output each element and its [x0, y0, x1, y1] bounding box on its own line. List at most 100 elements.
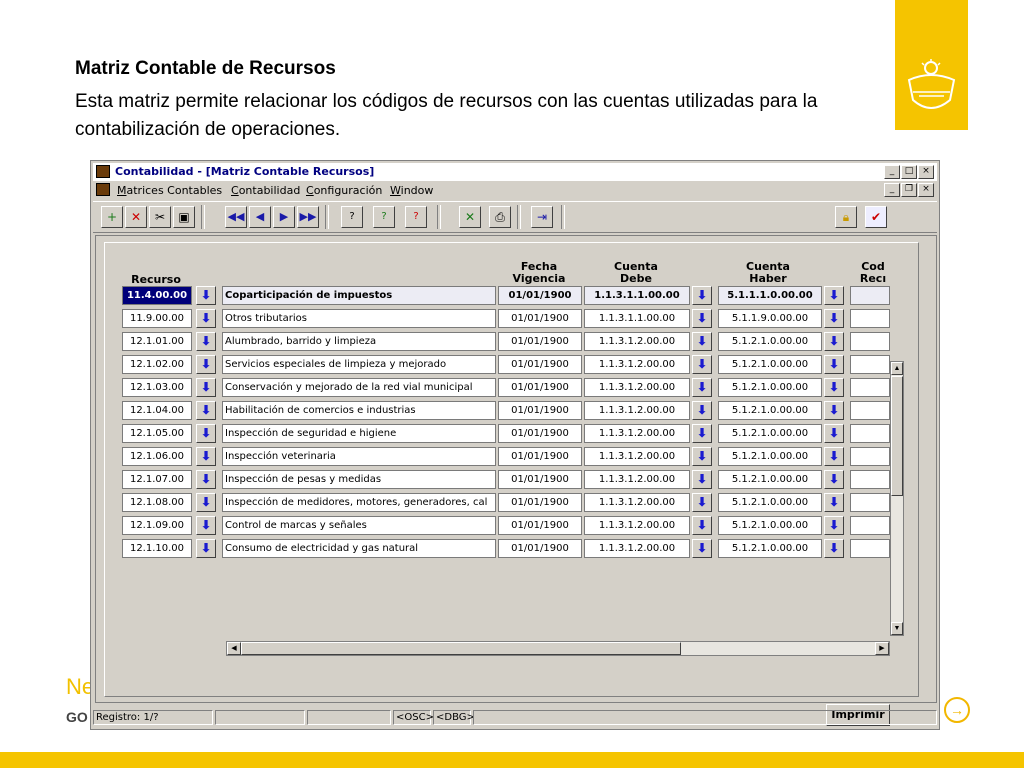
next-slide-icon[interactable]: → — [944, 697, 970, 723]
recurso-lov-icon[interactable]: ⬇ — [196, 539, 216, 558]
recurso-code-field[interactable]: 12.1.10.00 — [122, 539, 192, 558]
recurso-description-field[interactable]: Inspección veterinaria — [222, 447, 496, 466]
cuenta-haber-lov-icon[interactable]: ⬇ — [824, 378, 844, 397]
cuenta-haber-field[interactable]: 5.1.2.1.0.00.00 — [718, 470, 822, 489]
cuenta-haber-lov-icon[interactable]: ⬇ — [824, 516, 844, 535]
cuenta-debe-field[interactable]: 1.1.3.1.2.00.00 — [584, 493, 690, 512]
cod-recurso-field[interactable] — [850, 355, 890, 374]
cuenta-debe-lov-icon[interactable]: ⬇ — [692, 424, 712, 443]
recurso-code-field[interactable]: 12.1.04.00 — [122, 401, 192, 420]
recurso-lov-icon[interactable]: ⬇ — [196, 424, 216, 443]
cuenta-haber-field[interactable]: 5.1.2.1.0.00.00 — [718, 378, 822, 397]
cuenta-debe-lov-icon[interactable]: ⬇ — [692, 401, 712, 420]
recurso-description-field[interactable]: Control de marcas y señales — [222, 516, 496, 535]
cod-recurso-field[interactable] — [850, 539, 890, 558]
cuenta-haber-field[interactable]: 5.1.2.1.0.00.00 — [718, 447, 822, 466]
recurso-code-field[interactable]: 11.9.00.00 — [122, 309, 192, 328]
document-icon[interactable] — [96, 183, 110, 196]
cuenta-haber-lov-icon[interactable]: ⬇ — [824, 286, 844, 305]
recurso-description-field[interactable]: Habilitación de comercios e industrias — [222, 401, 496, 420]
cuenta-debe-lov-icon[interactable]: ⬇ — [692, 516, 712, 535]
previous-record-icon[interactable]: ◀ — [249, 206, 271, 228]
cuenta-debe-lov-icon[interactable]: ⬇ — [692, 378, 712, 397]
fecha-vigencia-field[interactable]: 01/01/1900 — [498, 447, 582, 466]
vertical-scrollbar[interactable]: ▲ ▼ — [890, 361, 904, 636]
recurso-lov-icon[interactable]: ⬇ — [196, 309, 216, 328]
scroll-left-icon[interactable]: ◀ — [227, 642, 241, 655]
cuenta-haber-field[interactable]: 5.1.2.1.0.00.00 — [718, 424, 822, 443]
cuenta-debe-field[interactable]: 1.1.3.1.2.00.00 — [584, 447, 690, 466]
recurso-code-field[interactable]: 12.1.05.00 — [122, 424, 192, 443]
recurso-code-field[interactable]: 12.1.08.00 — [122, 493, 192, 512]
recurso-lov-icon[interactable]: ⬇ — [196, 447, 216, 466]
cuenta-haber-field[interactable]: 5.1.2.1.0.00.00 — [718, 493, 822, 512]
child-restore-button[interactable]: ❐ — [901, 183, 917, 197]
scroll-thumb[interactable] — [891, 376, 903, 496]
cuenta-debe-lov-icon[interactable]: ⬇ — [692, 493, 712, 512]
menu-contabilidad[interactable]: Contabilidad — [231, 184, 300, 197]
excel-icon[interactable]: ✕ — [459, 206, 481, 228]
cuenta-debe-lov-icon[interactable]: ⬇ — [692, 447, 712, 466]
cuenta-debe-lov-icon[interactable]: ⬇ — [692, 355, 712, 374]
recurso-code-field[interactable]: 12.1.06.00 — [122, 447, 192, 466]
cuenta-haber-field[interactable]: 5.1.1.1.0.00.00 — [718, 286, 822, 305]
cuenta-debe-lov-icon[interactable]: ⬇ — [692, 332, 712, 351]
save-icon[interactable]: ▣ — [173, 206, 195, 228]
execute-query-icon[interactable]: ? — [373, 206, 395, 228]
maximize-button[interactable]: □ — [901, 165, 917, 179]
child-minimize-button[interactable]: _ — [884, 183, 900, 197]
fecha-vigencia-field[interactable]: 01/01/1900 — [498, 332, 582, 351]
cuenta-haber-field[interactable]: 5.1.2.1.0.00.00 — [718, 539, 822, 558]
next-record-icon[interactable]: ▶ — [273, 206, 295, 228]
cuenta-haber-field[interactable]: 5.1.2.1.0.00.00 — [718, 516, 822, 535]
print-icon[interactable]: ⎙ — [489, 206, 511, 228]
scroll-up-icon[interactable]: ▲ — [891, 362, 903, 375]
fecha-vigencia-field[interactable]: 01/01/1900 — [498, 355, 582, 374]
insert-record-icon[interactable]: + — [101, 206, 123, 228]
recurso-lov-icon[interactable]: ⬇ — [196, 378, 216, 397]
cod-recurso-field[interactable] — [850, 309, 890, 328]
cancel-query-icon[interactable]: ? — [405, 206, 427, 228]
recurso-description-field[interactable]: Otros tributarios — [222, 309, 496, 328]
fecha-vigencia-field[interactable]: 01/01/1900 — [498, 424, 582, 443]
cuenta-debe-field[interactable]: 1.1.3.1.2.00.00 — [584, 332, 690, 351]
recurso-lov-icon[interactable]: ⬇ — [196, 332, 216, 351]
recurso-description-field[interactable]: Inspección de medidores, motores, genera… — [222, 493, 496, 512]
cod-recurso-field[interactable] — [850, 286, 890, 305]
cuenta-debe-field[interactable]: 1.1.3.1.2.00.00 — [584, 355, 690, 374]
cuenta-haber-lov-icon[interactable]: ⬇ — [824, 424, 844, 443]
recurso-description-field[interactable]: Coparticipación de impuestos — [222, 286, 496, 305]
cod-recurso-field[interactable] — [850, 424, 890, 443]
scroll-thumb-horizontal[interactable] — [241, 642, 681, 655]
cuenta-debe-field[interactable]: 1.1.3.1.2.00.00 — [584, 424, 690, 443]
scroll-down-icon[interactable]: ▼ — [891, 622, 903, 635]
fecha-vigencia-field[interactable]: 01/01/1900 — [498, 516, 582, 535]
recurso-description-field[interactable]: Inspección de seguridad e higiene — [222, 424, 496, 443]
recurso-lov-icon[interactable]: ⬇ — [196, 470, 216, 489]
recurso-code-field[interactable]: 12.1.02.00 — [122, 355, 192, 374]
cuenta-debe-lov-icon[interactable]: ⬇ — [692, 470, 712, 489]
cuenta-haber-lov-icon[interactable]: ⬇ — [824, 539, 844, 558]
cuenta-debe-field[interactable]: 1.1.3.1.1.00.00 — [584, 309, 690, 328]
cuenta-haber-lov-icon[interactable]: ⬇ — [824, 493, 844, 512]
menu-configuracion[interactable]: Configuración — [306, 184, 382, 197]
menu-matrices-contables[interactable]: Matrices Contables — [117, 184, 222, 197]
fecha-vigencia-field[interactable]: 01/01/1900 — [498, 493, 582, 512]
minimize-button[interactable]: _ — [884, 165, 900, 179]
fecha-vigencia-field[interactable]: 01/01/1900 — [498, 309, 582, 328]
cod-recurso-field[interactable] — [850, 332, 890, 351]
recurso-code-field[interactable]: 12.1.03.00 — [122, 378, 192, 397]
delete-record-icon[interactable]: ✕ — [125, 206, 147, 228]
cuenta-haber-lov-icon[interactable]: ⬇ — [824, 447, 844, 466]
lock-icon[interactable]: 🔒︎ — [835, 206, 857, 228]
recurso-code-field[interactable]: 12.1.07.00 — [122, 470, 192, 489]
menu-window[interactable]: Window — [390, 184, 433, 197]
cuenta-haber-lov-icon[interactable]: ⬇ — [824, 355, 844, 374]
fecha-vigencia-field[interactable]: 01/01/1900 — [498, 539, 582, 558]
window-titlebar[interactable]: Contabilidad - [Matriz Contable Recursos… — [93, 163, 937, 181]
recurso-code-field[interactable]: 11.4.00.00 — [122, 286, 192, 305]
recurso-description-field[interactable]: Alumbrado, barrido y limpieza — [222, 332, 496, 351]
cuenta-haber-lov-icon[interactable]: ⬇ — [824, 470, 844, 489]
recurso-lov-icon[interactable]: ⬇ — [196, 493, 216, 512]
cuenta-debe-lov-icon[interactable]: ⬇ — [692, 309, 712, 328]
